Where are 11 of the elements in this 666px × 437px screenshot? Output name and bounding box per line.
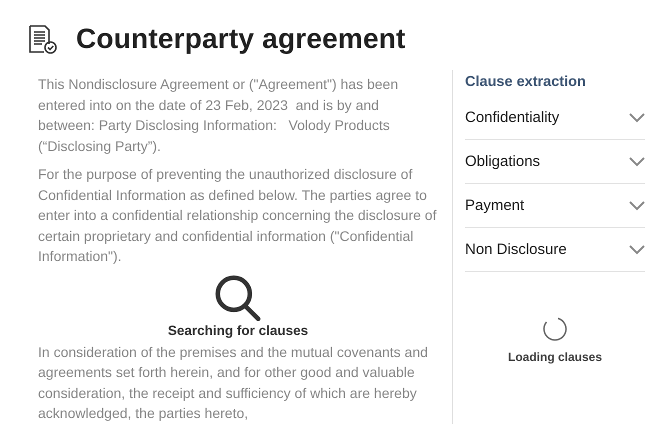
- paragraph: In consideration of the premises and the mutual covenants and agreements set forth herein, and for other good and valuable consideration, the receipt and sufficiency of which are hereby acknowledged, the parties hereto,: [38, 342, 429, 423]
- panel-title: Clause extraction: [465, 74, 587, 90]
- clause-accordion-item[interactable]: Non Disclosure: [465, 228, 645, 272]
- clause-accordion-item[interactable]: Payment: [465, 184, 645, 228]
- searching-status: Searching for clauses: [168, 322, 308, 338]
- page-title: Counterparty agreement: [76, 23, 406, 55]
- clause-accordion-item[interactable]: Obligations: [465, 140, 645, 184]
- loading-status: Loading clauses: [508, 350, 602, 364]
- paragraph: For the purpose of preventing the unauthorized disclosure of Confidential Information as defined below. The parties agree to enter into a confidential relationship concerning the disclosure of certain proprietary and confidential information ("Confidential Information").: [38, 165, 438, 266]
- paragraph: This Nondisclosure Agreement or ("Agreement") has been entered into on the date of 23 Feb, 2023 and is by and between: Party Disclosing Information: Volody Products (“Disclosing Party”).: [38, 75, 400, 156]
- clause-accordion-item[interactable]: Confidentiality: [465, 96, 645, 140]
